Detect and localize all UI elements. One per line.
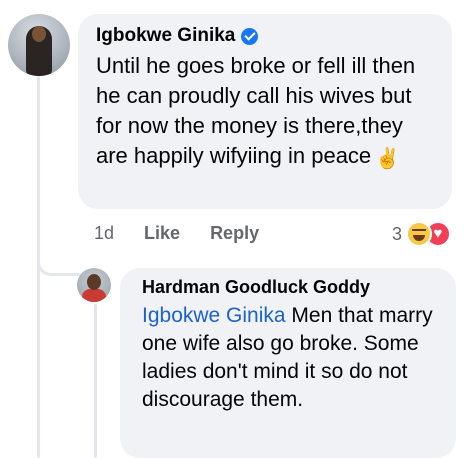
victory-hand-icon: ✌ xyxy=(375,148,401,170)
comment-bubble: Igbokwe Ginika Until he goes broke or fe… xyxy=(78,14,452,209)
reply-author[interactable]: Hardman Goodluck Goddy xyxy=(142,276,440,298)
reply-button[interactable]: Reply xyxy=(210,223,259,244)
haha-icon xyxy=(406,221,432,247)
reply-connector xyxy=(37,230,81,276)
mention-link[interactable]: Igbokwe Ginika xyxy=(142,304,286,327)
reply-avatar[interactable] xyxy=(77,268,111,302)
reply-bubble: Hardman Goodluck Goddy Igbokwe Ginika Me… xyxy=(120,268,456,458)
reply-avatar-shirt xyxy=(82,289,106,302)
reaction-count: 3 xyxy=(391,223,402,244)
reaction-summary[interactable]: 3 xyxy=(392,221,451,247)
comment-timestamp[interactable]: 1d xyxy=(94,223,114,244)
comment-header: Igbokwe Ginika xyxy=(96,25,436,47)
reply-thread-line xyxy=(94,304,97,458)
comment-author[interactable]: Igbokwe Ginika xyxy=(96,25,235,47)
avatar-face xyxy=(32,26,46,42)
avatar[interactable] xyxy=(8,14,70,76)
comment-actions: 1d Like Reply xyxy=(94,223,259,244)
like-button[interactable]: Like xyxy=(144,223,180,244)
verified-badge-icon xyxy=(241,27,259,45)
reply-avatar-face xyxy=(87,274,101,290)
comment-body: Until he goes broke or fell ill then he … xyxy=(96,53,416,168)
comment-text: Until he goes broke or fell ill then he … xyxy=(96,51,436,171)
reply-text: Igbokwe Ginika Men that marry one wife a… xyxy=(142,302,440,414)
